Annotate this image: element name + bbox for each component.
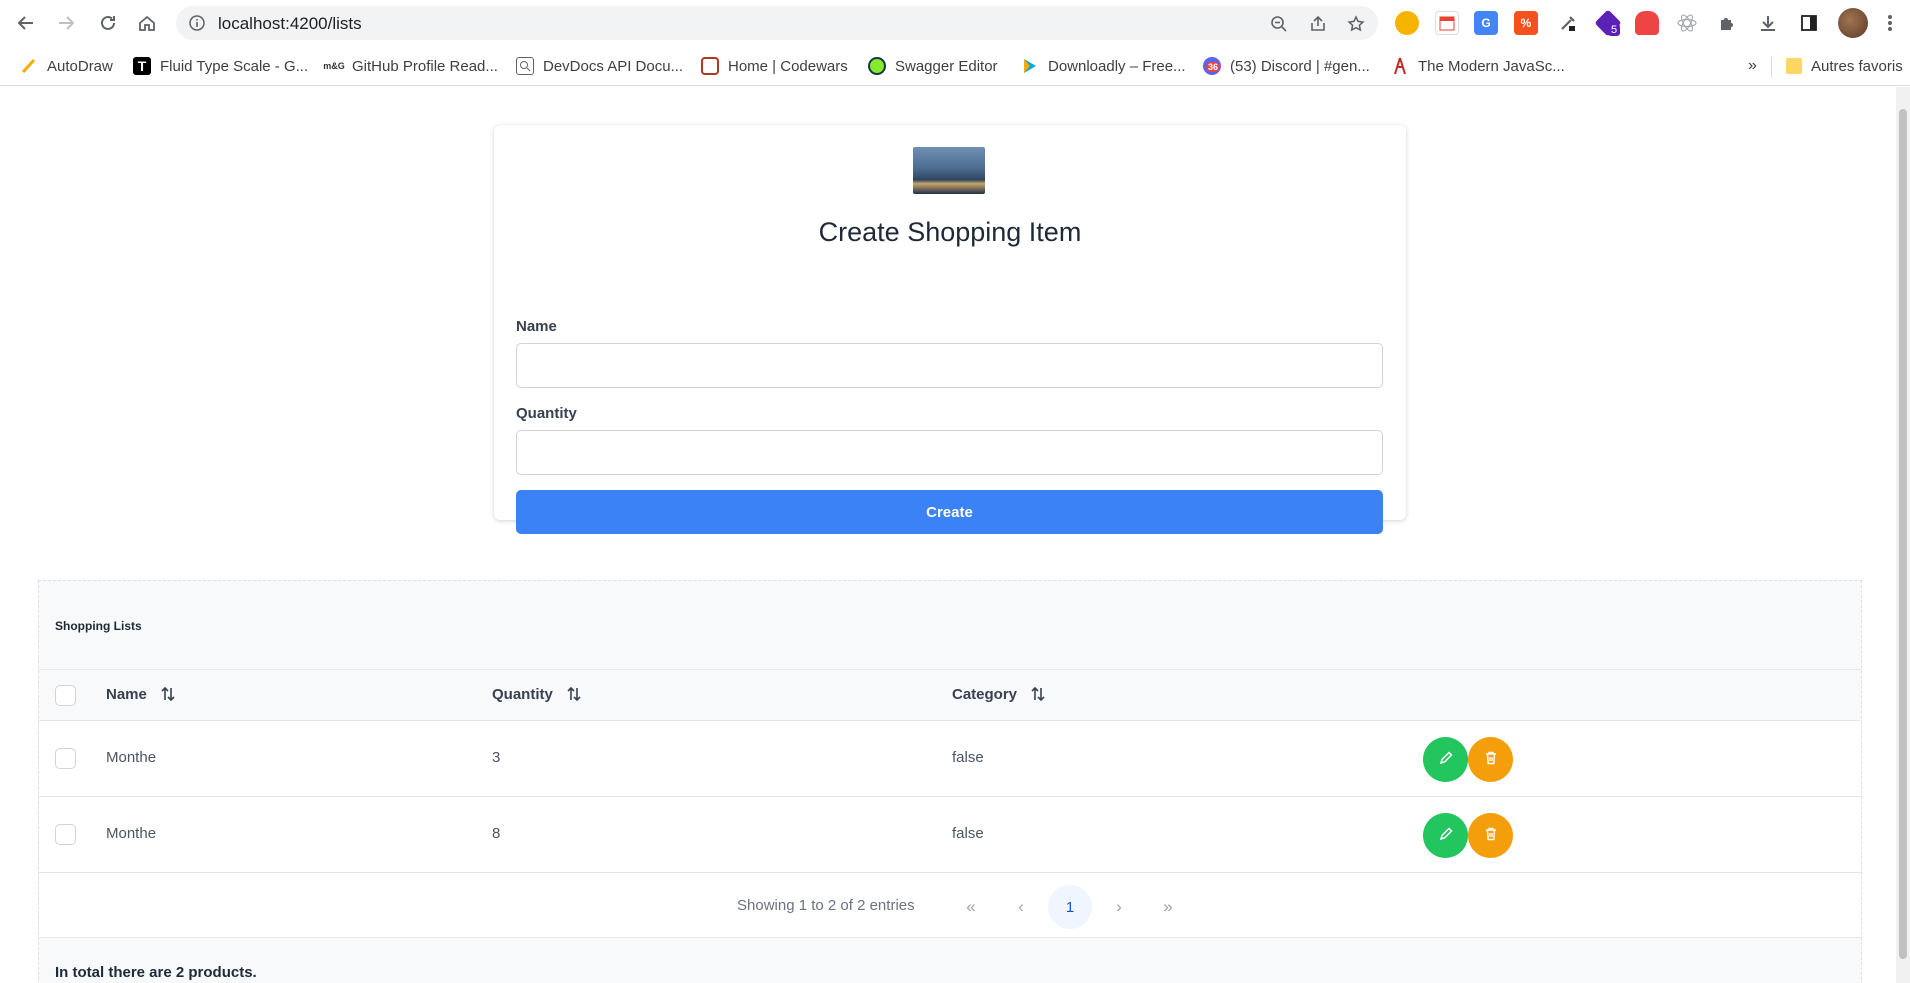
browser-toolbar: localhost:4200/lists G % 5 bbox=[0, 0, 1910, 46]
quantity-input[interactable] bbox=[516, 430, 1383, 475]
ext-pig-icon[interactable] bbox=[1635, 11, 1659, 35]
bookmark-codewars[interactable]: Home | Codewars bbox=[701, 56, 848, 76]
menu-kebab-icon[interactable] bbox=[1882, 11, 1898, 35]
reload-icon[interactable] bbox=[95, 10, 121, 36]
name-input[interactable] bbox=[516, 343, 1383, 388]
sort-icon[interactable] bbox=[1029, 685, 1047, 703]
translate-ext-icon[interactable]: G bbox=[1474, 11, 1498, 35]
cell-name: Monthe bbox=[106, 825, 157, 842]
cell-quantity: 8 bbox=[492, 825, 501, 842]
table-footer: In total there are 2 products. bbox=[55, 964, 257, 981]
t-icon: T bbox=[133, 57, 151, 75]
trash-icon bbox=[1483, 750, 1499, 769]
side-panel-icon[interactable] bbox=[1797, 11, 1821, 35]
bookmark-autodraw[interactable]: AutoDraw bbox=[20, 56, 113, 76]
codewars-icon bbox=[701, 57, 719, 75]
shopping-list-table: Shopping Lists Name Quantity Category Mo… bbox=[38, 580, 1862, 983]
prev-page-button[interactable]: ‹ bbox=[999, 885, 1043, 929]
trash-icon bbox=[1483, 826, 1499, 845]
form-title: Create Shopping Item bbox=[818, 217, 1082, 247]
bookmark-devdocs[interactable]: DevDocs API Docu... bbox=[516, 56, 683, 76]
edit-button[interactable] bbox=[1423, 813, 1468, 858]
last-page-button[interactable]: » bbox=[1146, 885, 1190, 929]
bookmarks-overflow-button[interactable]: » bbox=[1748, 56, 1757, 76]
first-page-button[interactable]: « bbox=[949, 885, 993, 929]
bookmark-github-readme[interactable]: m&G GitHub Profile Read... bbox=[323, 56, 498, 76]
column-header-name[interactable]: Name bbox=[106, 685, 177, 703]
table-header: Name Quantity Category bbox=[39, 669, 1861, 721]
eyedropper-ext-icon[interactable] bbox=[1556, 11, 1580, 35]
table-title: Shopping Lists bbox=[55, 619, 142, 633]
extensions-icon[interactable] bbox=[1715, 11, 1739, 35]
select-all-checkbox[interactable] bbox=[55, 685, 76, 706]
cell-quantity: 3 bbox=[492, 749, 501, 766]
site-info-icon[interactable] bbox=[188, 14, 206, 32]
scrollbar-thumb[interactable] bbox=[1899, 109, 1907, 959]
js-icon bbox=[1391, 57, 1409, 75]
sort-icon[interactable] bbox=[565, 685, 583, 703]
page-content: Create Shopping Item Name Quantity Creat… bbox=[0, 87, 1896, 983]
paginator: Showing 1 to 2 of 2 entries « ‹ 1 › » bbox=[39, 873, 1861, 938]
pencil-icon bbox=[1438, 826, 1454, 845]
forward-icon[interactable] bbox=[53, 10, 79, 36]
cell-category: false bbox=[952, 825, 984, 842]
bookmark-downloadly[interactable]: Downloadly – Free... bbox=[1021, 56, 1186, 76]
folder-icon bbox=[1786, 58, 1802, 74]
profile-avatar[interactable] bbox=[1838, 8, 1868, 38]
logo-image bbox=[913, 147, 985, 194]
autodraw-icon bbox=[20, 57, 38, 75]
next-page-button[interactable]: › bbox=[1097, 885, 1141, 929]
discord-icon: 36 bbox=[1203, 57, 1221, 75]
address-bar[interactable]: localhost:4200/lists bbox=[176, 6, 1378, 40]
home-icon[interactable] bbox=[134, 10, 160, 36]
swagger-icon bbox=[868, 57, 886, 75]
page-1-button[interactable]: 1 bbox=[1048, 885, 1092, 929]
ext-badge: 5 bbox=[1608, 24, 1621, 36]
downloadly-icon bbox=[1021, 57, 1039, 75]
page-scrollbar[interactable] bbox=[1896, 87, 1910, 983]
react-devtools-ext-icon[interactable] bbox=[1675, 11, 1699, 35]
pencil-icon bbox=[1438, 750, 1454, 769]
back-icon[interactable] bbox=[13, 10, 39, 36]
edit-button[interactable] bbox=[1423, 737, 1468, 782]
column-header-category[interactable]: Category bbox=[952, 685, 1047, 703]
rsg-icon: m&G bbox=[323, 61, 345, 71]
row-checkbox[interactable] bbox=[55, 824, 76, 845]
create-button[interactable]: Create bbox=[516, 490, 1383, 534]
bookmarks-divider bbox=[1771, 57, 1772, 77]
bookmark-modern-js[interactable]: The Modern JavaSc... bbox=[1391, 56, 1565, 76]
row-checkbox[interactable] bbox=[55, 748, 76, 769]
cell-name: Monthe bbox=[106, 749, 157, 766]
download-icon[interactable] bbox=[1756, 11, 1780, 35]
bookmark-fluid-type[interactable]: T Fluid Type Scale - G... bbox=[133, 56, 308, 76]
column-header-quantity[interactable]: Quantity bbox=[492, 685, 583, 703]
devdocs-icon bbox=[516, 57, 534, 75]
bookmark-star-icon[interactable] bbox=[1345, 13, 1367, 35]
bookmark-swagger[interactable]: Swagger Editor bbox=[868, 56, 998, 76]
url-text[interactable]: localhost:4200/lists bbox=[218, 14, 362, 34]
delete-button[interactable] bbox=[1468, 737, 1513, 782]
cell-category: false bbox=[952, 749, 984, 766]
bookmarks-bar: AutoDraw T Fluid Type Scale - G... m&G G… bbox=[0, 46, 1910, 86]
chrome-ext-1-icon[interactable] bbox=[1395, 11, 1419, 35]
sort-icon[interactable] bbox=[159, 685, 177, 703]
bookmark-discord[interactable]: 36 (53) Discord | #gen... bbox=[1203, 56, 1370, 76]
delete-button[interactable] bbox=[1468, 813, 1513, 858]
share-icon[interactable] bbox=[1307, 13, 1329, 35]
name-label: Name bbox=[516, 318, 557, 335]
ext-red-icon[interactable]: % bbox=[1514, 11, 1538, 35]
table-row: Monthe 3 false bbox=[39, 721, 1861, 797]
pagination-info: Showing 1 to 2 of 2 entries bbox=[737, 897, 915, 914]
quantity-label: Quantity bbox=[516, 405, 577, 422]
other-bookmarks-folder[interactable]: Autres favoris bbox=[1786, 56, 1903, 76]
create-item-card: Create Shopping Item Name Quantity Creat… bbox=[494, 125, 1406, 534]
calendar-ext-icon[interactable] bbox=[1435, 11, 1459, 35]
table-row: Monthe 8 false bbox=[39, 797, 1861, 873]
zoom-icon[interactable] bbox=[1268, 13, 1290, 35]
